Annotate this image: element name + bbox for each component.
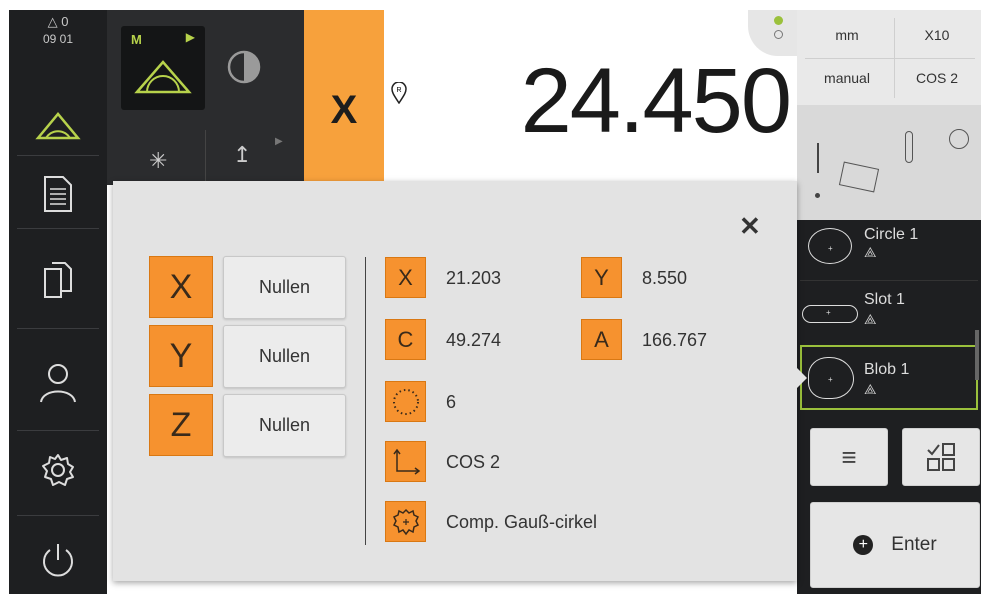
select-features-button[interactable]	[902, 428, 980, 486]
manual-mode-indicator: M	[131, 32, 142, 47]
feature-label: Blob 1	[864, 361, 910, 378]
fit-method-value: Comp. Gauß-cirkel	[446, 512, 598, 532]
power-icon	[43, 544, 73, 577]
warning-status[interactable]: △ 0	[9, 14, 107, 30]
files-icon	[44, 262, 72, 298]
param-x-value: 21.203	[446, 268, 502, 288]
report-icon	[44, 176, 72, 212]
zero-y-button[interactable]: Nullen	[223, 325, 346, 388]
param-y-badge: Y	[581, 257, 622, 298]
reference-marker-label: R	[396, 87, 401, 94]
list-item-selected[interactable]: + Blob 1 ⟁	[800, 345, 978, 410]
zero-z-button[interactable]: Nullen	[223, 394, 346, 457]
left-navigation: △ 0 09 01	[9, 10, 107, 594]
measure-triangle-icon	[134, 60, 192, 94]
contrast-icon[interactable]	[227, 50, 261, 84]
param-a-value: 166.767	[642, 330, 708, 350]
auto-measure-tool[interactable]: M ▶	[121, 26, 205, 110]
position-value: 24.450	[520, 50, 792, 152]
position-dialog: ✕ X Nullen Y Nullen Z Nullen X 21.203 Y …	[113, 181, 797, 581]
axis-z-button[interactable]: Z	[149, 394, 213, 456]
play-icon: ▶	[185, 30, 195, 44]
files-nav-button[interactable]	[9, 258, 107, 302]
points-value: 6	[446, 392, 457, 412]
reference-marker-icon: R	[391, 81, 407, 105]
dialog-pointer	[797, 368, 807, 388]
axis-align-icon[interactable]: ↥	[233, 142, 251, 168]
measure-nav-button[interactable]	[9, 105, 107, 145]
measure-triangle-icon	[35, 112, 81, 140]
feature-label: Circle 1	[864, 226, 919, 243]
unit-label[interactable]: mm	[802, 15, 892, 55]
param-c-badge: C	[385, 319, 426, 360]
zero-x-button[interactable]: Nullen	[223, 256, 346, 319]
close-icon[interactable]: ✕	[739, 211, 761, 242]
feature-label: Slot 1	[864, 291, 905, 308]
coordinate-system-icon	[385, 441, 426, 482]
checklist-icon	[927, 443, 955, 471]
param-x-badge: X	[385, 257, 426, 298]
gauss-circle-icon	[385, 501, 426, 542]
param-y-value: 8.550	[642, 268, 688, 288]
power-nav-button[interactable]	[9, 538, 107, 582]
plus-circle-icon: +	[853, 535, 874, 555]
expand-arrow-icon: ▶	[275, 136, 283, 147]
param-a-badge: A	[581, 319, 622, 360]
menu-button[interactable]: ≡	[810, 428, 888, 486]
axis-x-button[interactable]: X	[149, 256, 213, 318]
tool-toolbar: M ▶ ✳ ↥ ▶	[107, 10, 304, 185]
measure-triangle-icon: ⟁	[864, 381, 877, 397]
warning-triangle-icon: △	[47, 14, 58, 29]
enter-button[interactable]: + Enter	[810, 502, 980, 588]
report-nav-button[interactable]	[9, 172, 107, 216]
points-icon	[385, 381, 426, 422]
axis-label-panel: X	[304, 10, 384, 185]
warning-count: 0	[61, 14, 69, 29]
list-item[interactable]: + Circle 1 ⟁	[800, 222, 978, 280]
measure-triangle-icon: ⟁	[864, 311, 877, 327]
hamburger-icon: ≡	[841, 441, 857, 472]
coord-system-label[interactable]: COS 2	[892, 58, 981, 98]
settings-nav-button[interactable]	[9, 450, 107, 490]
measure-triangle-icon: ⟁	[864, 244, 877, 260]
status-dot-active	[774, 16, 783, 25]
param-c-value: 49.274	[446, 330, 502, 350]
user-icon	[40, 364, 76, 403]
feature-preview	[797, 105, 981, 220]
info-box: mm X10 manual COS 2	[797, 10, 981, 220]
cos-value: COS 2	[446, 452, 501, 472]
status-dot-inactive	[774, 30, 783, 39]
gear-icon	[42, 454, 74, 486]
axis-y-button[interactable]: Y	[149, 325, 213, 387]
zoom-label[interactable]: X10	[892, 15, 981, 55]
enter-label: Enter	[891, 534, 937, 555]
mode-label[interactable]: manual	[802, 58, 892, 98]
user-nav-button[interactable]	[9, 360, 107, 406]
magic-wand-icon[interactable]: ✳	[149, 148, 167, 174]
axis-label: X	[330, 88, 358, 132]
clock: 09 01	[42, 32, 74, 46]
list-scrollbar[interactable]	[975, 330, 979, 380]
divider	[365, 257, 366, 545]
list-item[interactable]: + Slot 1 ⟁	[800, 280, 978, 338]
